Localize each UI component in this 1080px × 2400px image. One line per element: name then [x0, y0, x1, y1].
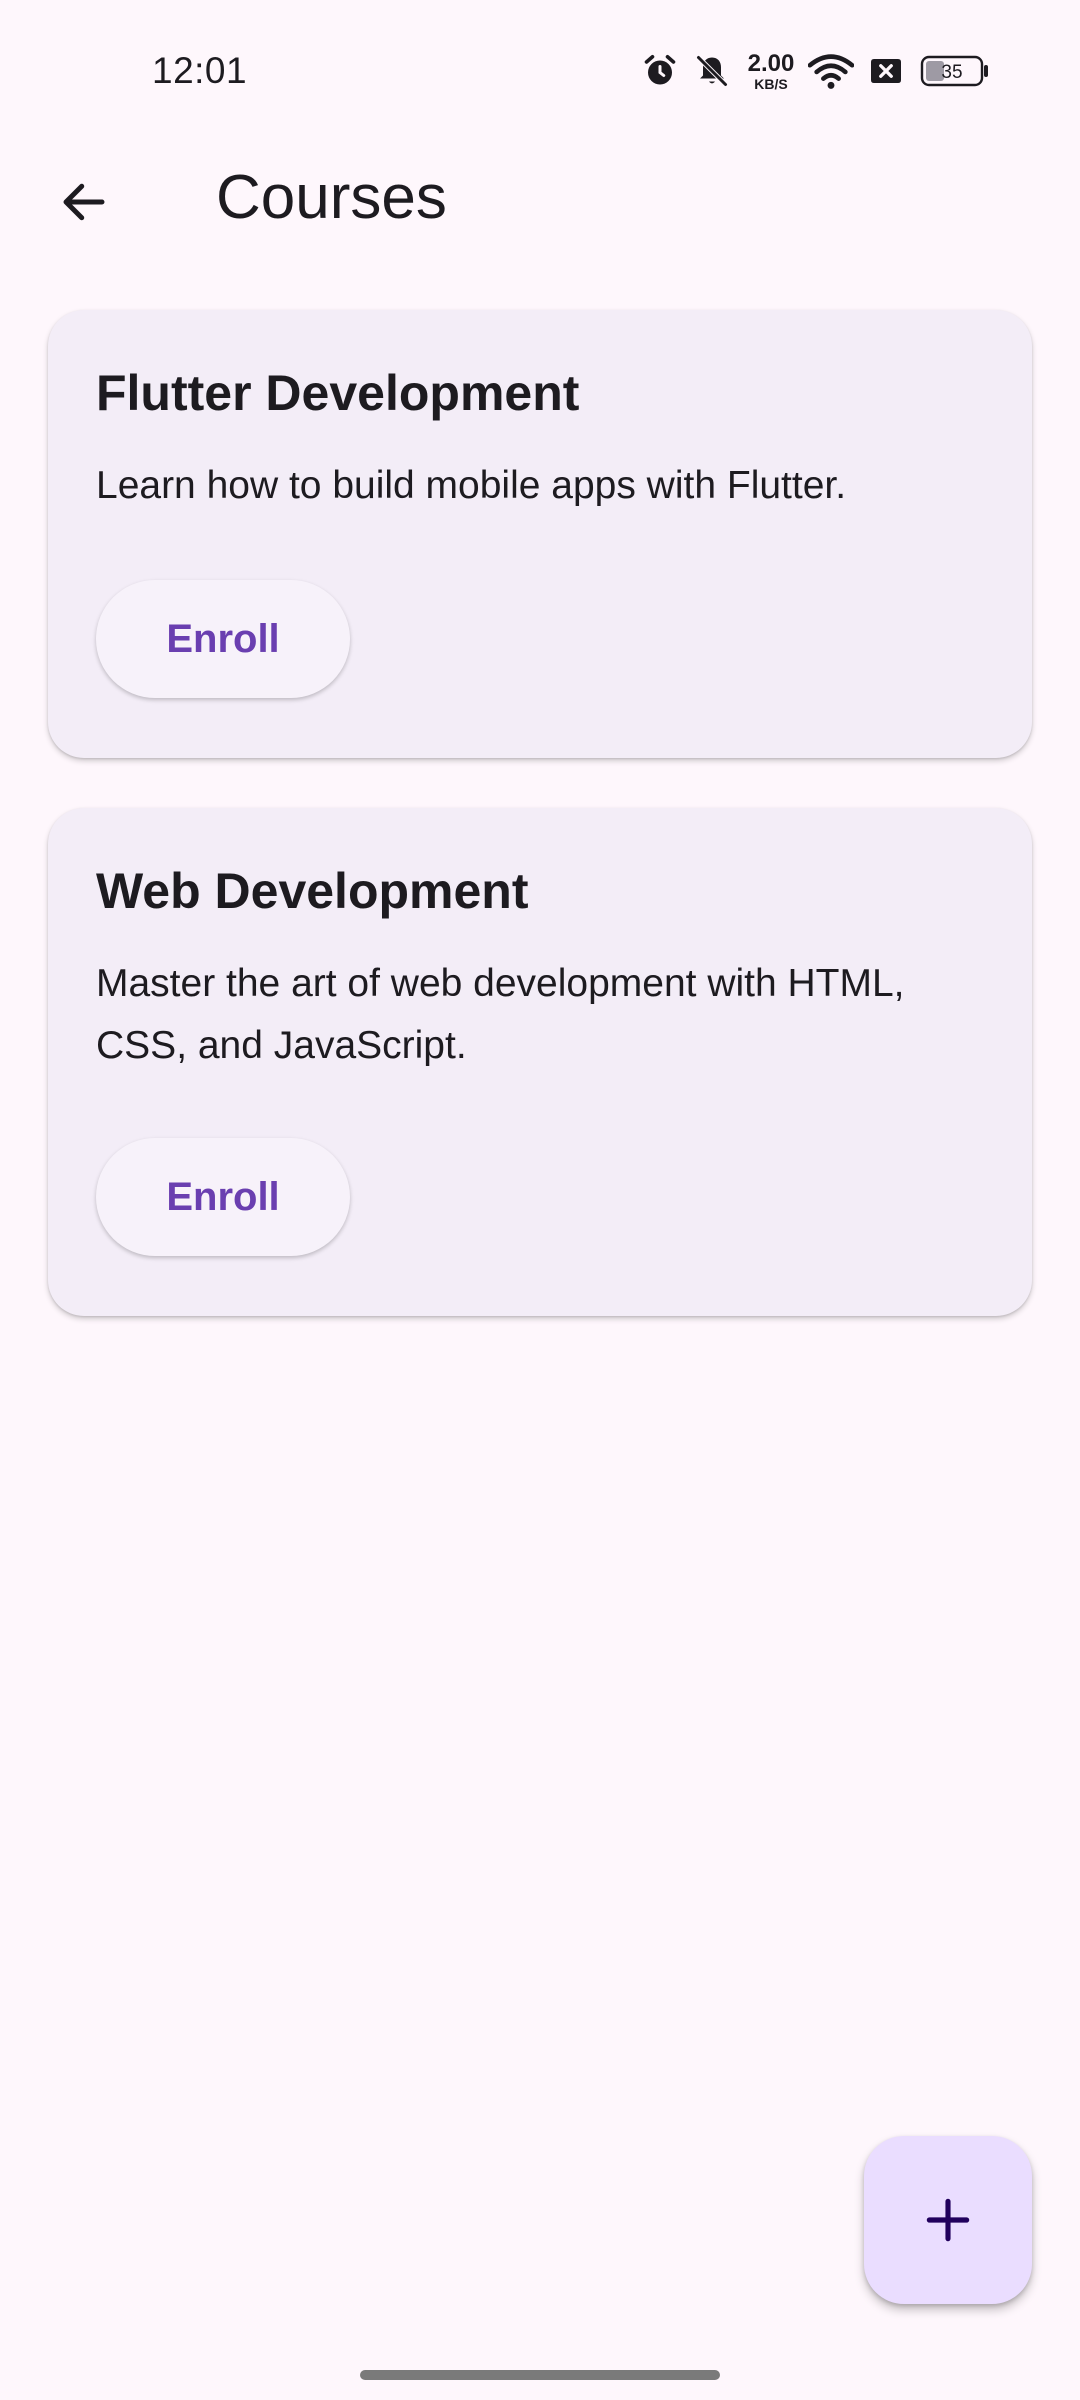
app-bar: Courses	[0, 140, 1080, 260]
arrow-back-icon	[63, 183, 105, 221]
course-title: Web Development	[96, 863, 529, 919]
course-card-flutter: Flutter Development Learn how to build m…	[48, 310, 1032, 758]
add-course-fab[interactable]	[864, 2136, 1032, 2304]
sim-x-icon	[866, 48, 906, 94]
course-title: Flutter Development	[96, 365, 580, 421]
plus-icon	[926, 2198, 970, 2242]
network-speed-value: 2.00	[747, 49, 795, 77]
battery-icon: 35	[920, 48, 990, 94]
home-indicator[interactable]	[360, 2370, 720, 2380]
course-description: Master the art of web development with H…	[96, 962, 905, 1067]
alarm-icon	[640, 48, 680, 94]
course-card-web: Web Development Master the art of web de…	[48, 808, 1032, 1316]
bell-off-icon	[692, 48, 732, 94]
network-speed-unit: KB/S	[754, 75, 788, 92]
enroll-button[interactable]: Enroll	[96, 580, 350, 698]
enroll-button[interactable]: Enroll	[96, 1138, 350, 1256]
status-icons: 2.00 KB/S 35	[640, 48, 990, 94]
course-description: Learn how to build mobile apps with Flut…	[96, 464, 847, 507]
status-time: 12:01	[152, 50, 248, 91]
screen: 12:01 2.00 KB/S 35 Courses Flutter Devel…	[0, 0, 1080, 2400]
status-bar: 12:01 2.00 KB/S 35	[0, 0, 1080, 140]
battery-level: 35	[941, 62, 962, 83]
page-title: Courses	[216, 163, 447, 232]
back-button[interactable]	[36, 160, 132, 244]
network-speed: 2.00 KB/S	[742, 48, 800, 94]
wifi-icon	[806, 48, 856, 94]
